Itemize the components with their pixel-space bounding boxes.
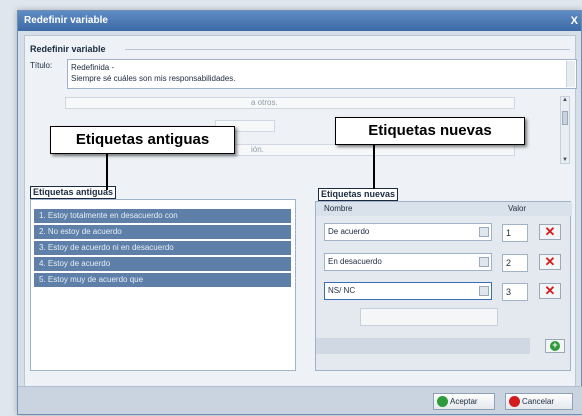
old-label-item[interactable]: 4. Estoy de acuerdo <box>34 257 291 271</box>
edit-icon[interactable] <box>479 257 489 267</box>
delete-icon: ✕ <box>544 254 556 269</box>
callout-old-pointer <box>106 154 108 190</box>
label-name-text: NS/ NC <box>328 286 356 295</box>
new-labels-title: Etiquetas nuevas <box>318 188 399 201</box>
cancel-icon <box>509 396 520 407</box>
edit-icon[interactable] <box>479 227 489 237</box>
titulo-line-2: Siempre sé cuáles son mis responsabilida… <box>71 74 236 83</box>
label-name-input[interactable]: NS/ NC <box>324 282 492 300</box>
cancel-label: Cancelar <box>522 397 555 406</box>
scroll-up-icon[interactable]: ▲ <box>562 97 568 103</box>
label-name-input[interactable]: De acuerdo <box>324 223 492 241</box>
old-label-item[interactable]: 1. Estoy totalmente en desacuerdo con <box>34 209 291 223</box>
scroll-down-icon[interactable]: ▼ <box>562 157 568 163</box>
dialog-body: Redefinir variable Título: Redefinida - … <box>24 35 577 387</box>
ghost-text: a otros. <box>251 98 278 107</box>
new-label-row: De acuerdo 1 ✕ <box>316 220 561 249</box>
old-label-item[interactable]: 3. Estoy de acuerdo ni en desacuerdo <box>34 241 291 255</box>
titulo-line-1: Redefinida - <box>71 63 115 72</box>
check-icon <box>437 396 448 407</box>
label-name-text: En desacuerdo <box>328 257 382 266</box>
delete-row-button[interactable]: ✕ <box>539 224 561 240</box>
old-labels-title: Etiquetas antiguas <box>30 186 117 199</box>
empty-new-row-field[interactable] <box>360 308 498 326</box>
col-value-header: Valor <box>500 202 572 216</box>
label-value-input[interactable]: 2 <box>502 254 528 272</box>
new-label-row: NS/ NC 3 ✕ <box>316 279 561 308</box>
accept-button[interactable]: Aceptar <box>433 393 495 410</box>
new-labels-panel: Nombre Valor De acuerdo 1 ✕ En desacuerd… <box>315 201 572 371</box>
col-name-header: Nombre <box>316 202 500 216</box>
window-title: Redefinir variable <box>24 15 108 26</box>
table-footer <box>316 338 504 354</box>
new-label-row: En desacuerdo 2 ✕ <box>316 250 561 279</box>
old-label-item[interactable]: 5. Estoy muy de acuerdo que <box>34 273 291 287</box>
dialog-window: Redefinir variable X Redefinir variable … <box>17 10 582 415</box>
title-bar: Redefinir variable X <box>18 11 581 31</box>
section-title: Redefinir variable <box>30 44 110 54</box>
callout-old-labels: Etiquetas antiguas <box>50 126 235 154</box>
titulo-label: Título: <box>30 61 53 70</box>
close-icon[interactable]: X <box>571 11 578 31</box>
delete-icon: ✕ <box>544 283 556 298</box>
old-labels-panel: 1. Estoy totalmente en desacuerdo con 2.… <box>30 199 296 371</box>
callout-new-labels: Etiquetas nuevas <box>335 117 525 145</box>
add-icon: + <box>550 341 560 351</box>
divider <box>125 49 570 50</box>
titulo-textarea[interactable]: Redefinida - Siempre sé cuáles son mis r… <box>67 59 577 89</box>
dialog-footer: Aceptar Cancelar <box>18 386 582 414</box>
old-label-item[interactable]: 2. No estoy de acuerdo <box>34 225 291 239</box>
label-value-input[interactable]: 1 <box>502 224 528 242</box>
delete-icon: ✕ <box>544 224 556 239</box>
accept-label: Aceptar <box>450 397 478 406</box>
table-footer-value <box>504 338 530 354</box>
add-row-button[interactable]: + <box>545 339 565 353</box>
edit-icon[interactable] <box>479 286 489 296</box>
textarea-scrollbar[interactable] <box>566 61 575 87</box>
delete-row-button[interactable]: ✕ <box>539 283 561 299</box>
ghost-field: a otros. <box>65 97 515 109</box>
scroll-thumb[interactable] <box>562 111 568 125</box>
label-value-input[interactable]: 3 <box>502 283 528 301</box>
cancel-button[interactable]: Cancelar <box>505 393 573 410</box>
delete-row-button[interactable]: ✕ <box>539 254 561 270</box>
vertical-scrollbar[interactable]: ▲ ▼ <box>560 96 570 164</box>
label-name-input[interactable]: En desacuerdo <box>324 253 492 271</box>
callout-new-pointer <box>373 145 375 189</box>
label-name-text: De acuerdo <box>328 227 370 236</box>
ghost-text: ión. <box>251 145 264 154</box>
